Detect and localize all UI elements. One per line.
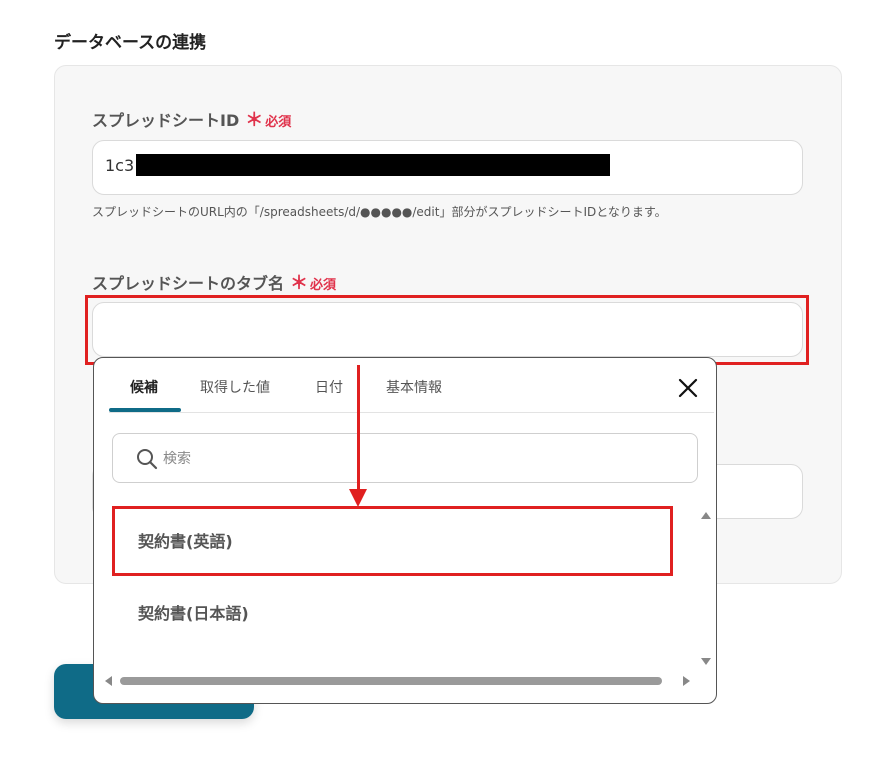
option-contract-japanese[interactable]: 契約書(日本語) bbox=[138, 600, 249, 624]
search-box[interactable] bbox=[112, 433, 698, 483]
highlight-tab-name-input bbox=[85, 295, 809, 365]
tab-name-label-text: スプレッドシートのタブ名 bbox=[92, 274, 285, 293]
tab-divider bbox=[109, 412, 714, 413]
spreadsheet-id-label-text: スプレッドシートID bbox=[92, 111, 240, 130]
close-icon[interactable] bbox=[676, 376, 700, 400]
required-text: 必須 bbox=[265, 115, 292, 130]
section-title: データベースの連携 bbox=[54, 33, 207, 53]
required-mark: ＊ bbox=[290, 273, 309, 294]
spreadsheet-id-value: 1c3 bbox=[105, 156, 135, 175]
active-tab-indicator bbox=[109, 408, 181, 412]
scroll-down-icon[interactable] bbox=[701, 658, 711, 665]
highlight-option-contract-english bbox=[112, 506, 673, 576]
redacted-value bbox=[136, 154, 610, 176]
tab-retrieved-values[interactable]: 取得した値 bbox=[200, 377, 270, 397]
tab-basic-info[interactable]: 基本情報 bbox=[386, 377, 442, 397]
scroll-left-icon[interactable] bbox=[105, 676, 112, 686]
required-text: 必須 bbox=[310, 278, 337, 293]
search-input[interactable] bbox=[161, 446, 665, 472]
annotation-arrow-line bbox=[357, 365, 360, 491]
scroll-up-icon[interactable] bbox=[701, 512, 711, 519]
annotation-arrow-head bbox=[349, 489, 367, 507]
scroll-right-icon[interactable] bbox=[683, 676, 690, 686]
tab-date[interactable]: 日付 bbox=[315, 377, 343, 397]
search-icon bbox=[135, 447, 159, 471]
spreadsheet-id-label: スプレッドシートID ＊必須 bbox=[92, 106, 291, 132]
spreadsheet-id-help: スプレッドシートのURL内の「/spreadsheets/d/●●●●●/edi… bbox=[92, 205, 667, 219]
required-mark: ＊ bbox=[245, 110, 264, 131]
tab-name-label: スプレッドシートのタブ名 ＊必須 bbox=[92, 269, 336, 295]
horizontal-scrollbar[interactable] bbox=[120, 677, 662, 685]
tab-candidates[interactable]: 候補 bbox=[130, 377, 158, 397]
